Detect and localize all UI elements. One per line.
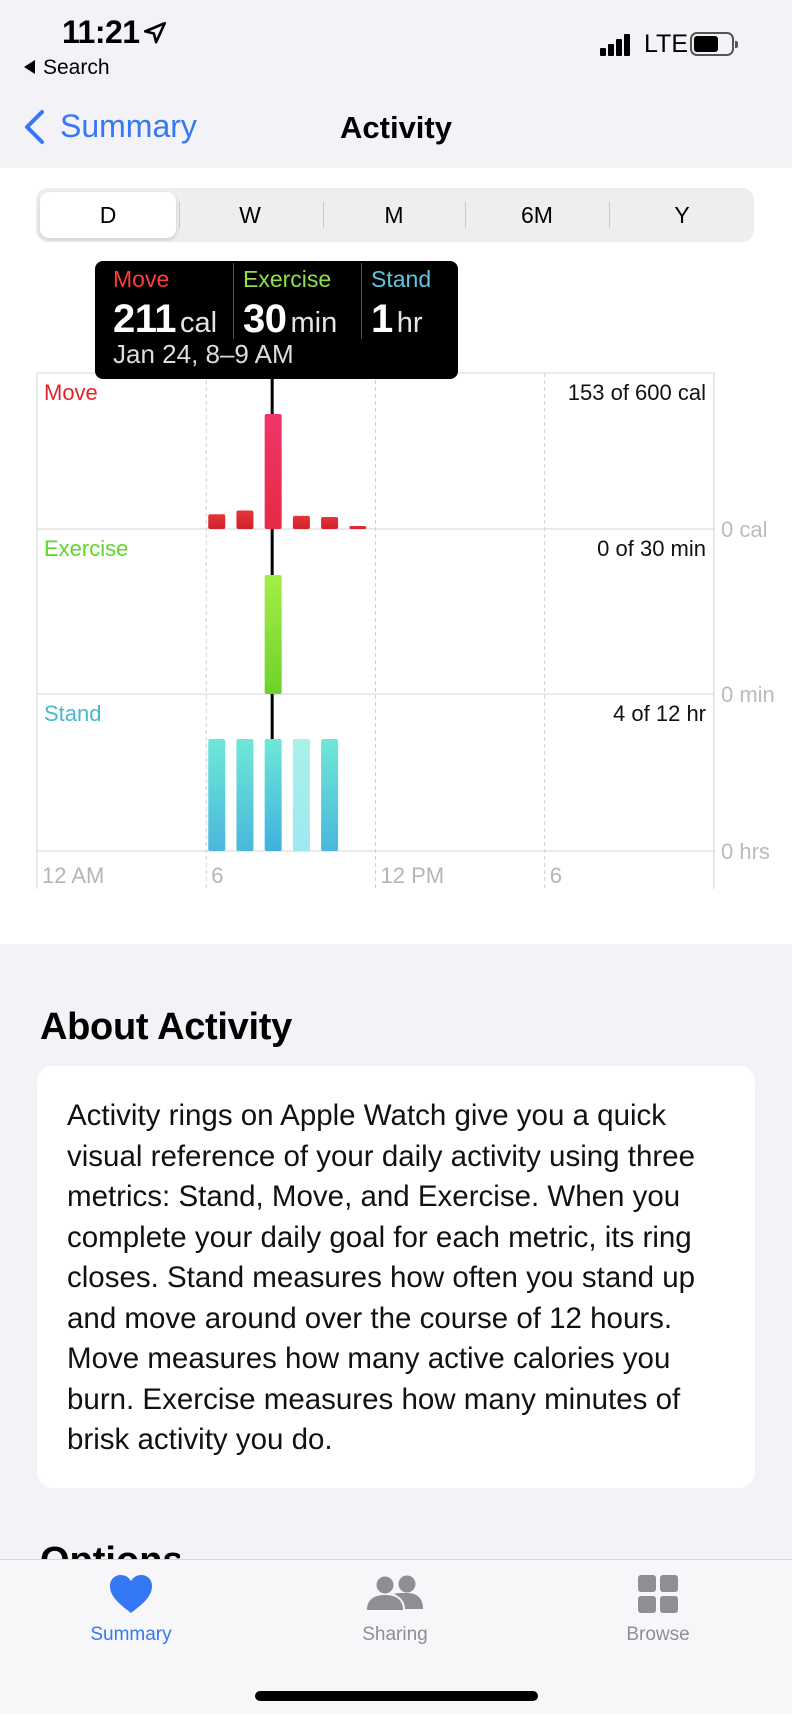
segment-6-months[interactable]: 6M	[469, 192, 605, 238]
back-app-label: Search	[43, 56, 110, 79]
tooltip-divider	[361, 263, 362, 339]
next-section-title: Options	[40, 1540, 180, 1560]
activity-chart[interactable]: Move 153 of 600 cal 0 cal Exercise 0 of 30 m…	[0, 368, 792, 948]
tab-summary[interactable]: Summary	[41, 1574, 221, 1646]
back-triangle-icon	[24, 60, 35, 74]
tab-bar: Summary Sharing Browse	[0, 1559, 792, 1714]
network-type: LTE	[644, 30, 688, 58]
tooltip-stand-value: 1 hr	[371, 297, 423, 341]
bar-stand	[292, 739, 310, 851]
segment-divider	[323, 202, 324, 228]
x-tick-label: 12 PM	[381, 863, 445, 888]
people-icon	[367, 1575, 423, 1610]
series-summary: 153 of 600 cal	[568, 380, 706, 405]
series-label: Stand	[44, 701, 102, 726]
about-card: Activity rings on Apple Watch give you a…	[37, 1066, 755, 1488]
next-section-peek: Options	[40, 1540, 180, 1560]
bar-move	[349, 526, 367, 529]
x-tick-label: 6	[211, 863, 223, 888]
segment-divider	[179, 202, 180, 228]
series-label: Move	[44, 380, 98, 405]
bar-stand	[208, 739, 226, 851]
heart-icon	[110, 1575, 152, 1613]
tooltip-divider	[233, 263, 234, 339]
tab-browse[interactable]: Browse	[568, 1574, 748, 1646]
series-label: Exercise	[44, 536, 128, 561]
x-tick-label: 6	[550, 863, 562, 888]
chart-tooltip: Move 211 cal Exercise 30 min Stand 1 hr Jan…	[95, 261, 458, 379]
status-bar: 11:21 Search LTE	[0, 0, 792, 88]
tab-sharing-label: Sharing	[362, 1624, 428, 1645]
x-tick-label: 12 AM	[42, 863, 104, 888]
cellular-signal-icon	[600, 34, 630, 56]
location-arrow-icon	[143, 21, 167, 44]
time-range-segmented-control: D W M 6M Y	[36, 188, 754, 242]
series-summary: 0 of 30 min	[597, 536, 706, 561]
tooltip-move-value: 211 cal	[113, 297, 218, 341]
tooltip-exercise-label: Exercise	[243, 266, 332, 292]
series-summary: 4 of 12 hr	[613, 701, 706, 726]
segment-divider	[465, 202, 466, 228]
tooltip-date: Jan 24, 8–9 AM	[113, 339, 294, 369]
series-axis-label: 0 min	[721, 682, 775, 707]
bar-stand	[321, 739, 339, 851]
segment-day[interactable]: D	[40, 192, 176, 238]
activity-chart-card: D W M 6M Y Move 153 of 600 cal 0 cal Exerci…	[0, 168, 792, 944]
back-to-app[interactable]: Search	[24, 56, 110, 80]
segment-year[interactable]: Y	[614, 192, 750, 238]
home-indicator	[255, 1691, 538, 1701]
tab-browse-label: Browse	[626, 1624, 690, 1645]
bar-move	[236, 510, 254, 529]
page-title: Activity	[340, 110, 452, 145]
bar-move	[208, 514, 226, 529]
series-axis-label: 0 cal	[721, 517, 767, 542]
about-section-title: About Activity	[40, 1006, 292, 1048]
bar-stand	[236, 739, 254, 851]
bar-stand	[264, 739, 282, 851]
tooltip-move-label: Move	[113, 266, 170, 292]
battery-icon	[690, 32, 738, 56]
segment-week[interactable]: W	[182, 192, 318, 238]
bar-move	[264, 414, 282, 529]
bar-move	[292, 515, 310, 529]
tooltip-exercise-value: 30 min	[243, 297, 338, 341]
tab-sharing[interactable]: Sharing	[305, 1574, 485, 1646]
series-axis-label: 0 hrs	[721, 839, 770, 864]
navigation-bar: Summary Activity	[0, 88, 792, 168]
segment-divider	[609, 202, 610, 228]
tooltip-stand-label: Stand	[371, 266, 432, 292]
segment-month[interactable]: M	[326, 192, 462, 238]
tab-summary-label: Summary	[90, 1624, 172, 1645]
bar-exercise	[264, 575, 282, 694]
about-description: Activity rings on Apple Watch give you a…	[67, 1099, 696, 1456]
status-time: 11:21	[62, 14, 140, 50]
grid-icon	[638, 1575, 678, 1613]
bar-move	[321, 517, 339, 529]
